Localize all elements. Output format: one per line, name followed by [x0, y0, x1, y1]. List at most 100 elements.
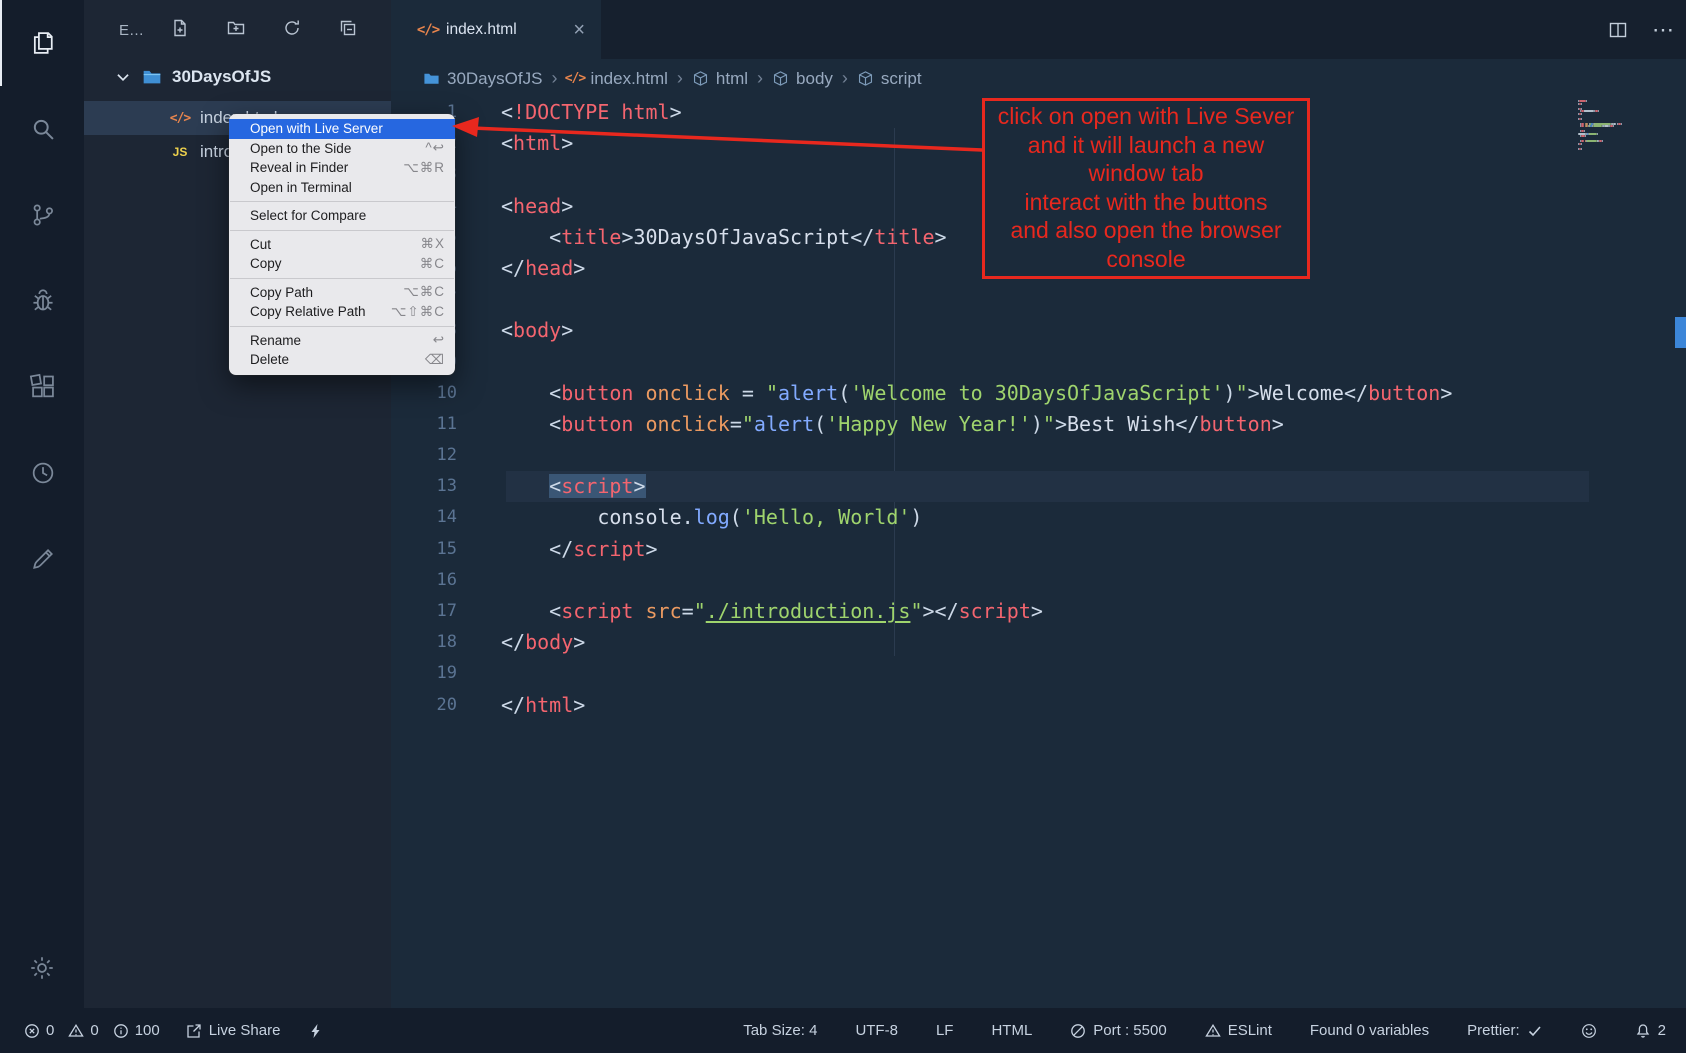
status-left: 0 0 100 Live Share [24, 1022, 324, 1039]
menu-item-open-with-live-server[interactable]: Open with Live Server [229, 119, 455, 139]
line-number: 12 [391, 440, 457, 471]
activity-item-run-and-debug[interactable] [0, 258, 84, 344]
activity-item-live-annotations[interactable] [0, 516, 84, 602]
activity-item-extensions[interactable] [0, 344, 84, 430]
code-line-12[interactable]: 12 [391, 440, 1686, 471]
eol-indicator[interactable]: LF [936, 1022, 954, 1039]
code-line-17[interactable]: 17 <script src="./introduction.js"></scr… [391, 596, 1686, 627]
prettier-label: Prettier: [1467, 1022, 1520, 1039]
minimap[interactable] [1578, 100, 1670, 160]
code-line-16[interactable]: 16 [391, 565, 1686, 596]
editor-actions: ⋯ [1608, 0, 1674, 59]
code-line-8[interactable]: 8<body> [391, 315, 1686, 346]
notifications-bell[interactable]: 2 [1635, 1022, 1666, 1039]
breadcrumb-label: 30DaysOfJS [447, 69, 542, 89]
menu-item-open-to-the-side[interactable]: Open to the Side^↩ [229, 139, 455, 159]
activity-item-explorer[interactable] [0, 0, 84, 86]
breadcrumb-30DaysOfJS[interactable]: 30DaysOfJS [423, 69, 542, 89]
menu-item-select-for-compare[interactable]: Select for Compare [229, 206, 455, 226]
code-line-7[interactable]: 7 [391, 284, 1686, 315]
menu-item-copy-path[interactable]: Copy Path⌥⌘C [229, 283, 455, 303]
menu-item-cut[interactable]: Cut⌘X [229, 235, 455, 255]
more-actions-icon[interactable]: ⋯ [1652, 19, 1674, 41]
code-line-18[interactable]: 18 </body> [391, 627, 1686, 658]
line-number: 13 [391, 471, 457, 502]
smiley-icon [1581, 1023, 1597, 1039]
menu-item-shortcut: ^↩ [425, 140, 445, 156]
port-indicator[interactable]: Port : 5500 [1070, 1022, 1166, 1039]
split-editor-icon[interactable] [1608, 20, 1628, 40]
close-tab-icon[interactable]: × [573, 20, 585, 40]
activity-item-history[interactable] [0, 430, 84, 516]
collapse-all-icon [338, 18, 358, 38]
menu-item-open-in-terminal[interactable]: Open in Terminal [229, 178, 455, 198]
line-number: 18 [391, 627, 457, 658]
code-line-13[interactable]: 13 <script> [391, 471, 1686, 502]
extensions-icon [29, 373, 57, 401]
code-text: <html> [501, 128, 573, 159]
code-text: console.log('Hello, World') [501, 502, 922, 533]
code-text: <script src="./introduction.js"></script… [501, 596, 1043, 627]
js-icon: JS [170, 142, 190, 162]
live-share-button[interactable]: Live Share [186, 1022, 281, 1039]
chevron-down-icon [114, 68, 132, 86]
settings-button[interactable] [28, 954, 56, 982]
annotation-box: click on open with Live Sever and it wil… [982, 98, 1310, 279]
breadcrumb-index.html[interactable]: </>index.html [566, 69, 667, 89]
activity-item-search[interactable] [0, 86, 84, 172]
explorer-header: E… [84, 0, 391, 60]
menu-item-copy-relative-path[interactable]: Copy Relative Path⌥⇧⌘C [229, 302, 455, 322]
breadcrumb-script[interactable]: script [857, 69, 922, 89]
code-line-15[interactable]: 15 </script> [391, 534, 1686, 565]
html-icon: </> [566, 70, 583, 87]
breadcrumb-html[interactable]: html [692, 69, 748, 89]
activity-item-source-control[interactable] [0, 172, 84, 258]
code-text: <button onclick = "alert('Welcome to 30D… [501, 378, 1452, 409]
annotation-text: click on open with Live Sever and it wil… [998, 102, 1295, 274]
new-folder-button[interactable] [226, 18, 246, 42]
folder-icon [423, 70, 440, 87]
code-line-14[interactable]: 14 console.log('Hello, World') [391, 502, 1686, 533]
code-line-10[interactable]: 10 <button onclick = "alert('Welcome to … [391, 378, 1686, 409]
error-count[interactable]: 0 [24, 1022, 54, 1039]
menu-item-reveal-in-finder[interactable]: Reveal in Finder⌥⌘R [229, 158, 455, 178]
code-line-11[interactable]: 11 <button onclick="alert('Happy New Yea… [391, 409, 1686, 440]
context-menu: Open with Live ServerOpen to the Side^↩R… [229, 114, 455, 375]
new-file-button[interactable] [170, 18, 190, 42]
refresh-icon [282, 18, 302, 38]
menu-item-label: Copy [250, 256, 282, 271]
clock-icon [29, 459, 57, 487]
menu-item-label: Delete [250, 352, 289, 367]
menu-item-delete[interactable]: Delete⌫ [229, 350, 455, 370]
menu-item-shortcut: ⌥⇧⌘C [391, 304, 445, 320]
warning-count[interactable]: 0 [68, 1022, 98, 1039]
language-indicator[interactable]: HTML [991, 1022, 1032, 1039]
menu-item-copy[interactable]: Copy⌘C [229, 254, 455, 274]
info-count[interactable]: 100 [113, 1022, 160, 1039]
go-live-button[interactable] [308, 1023, 324, 1039]
cube-icon [692, 70, 709, 87]
refresh-button[interactable] [282, 18, 302, 42]
variables-indicator[interactable]: Found 0 variables [1310, 1022, 1429, 1039]
menu-item-rename[interactable]: Rename↩ [229, 331, 455, 351]
code-text: </body> [501, 627, 585, 658]
code-line-20[interactable]: 20</html> [391, 690, 1686, 721]
scrollbar-marker[interactable] [1675, 317, 1686, 348]
tab-size-indicator[interactable]: Tab Size: 4 [743, 1022, 817, 1039]
tab-index-html[interactable]: </> index.html × [391, 0, 601, 59]
menu-item-label: Rename [250, 333, 301, 348]
encoding-indicator[interactable]: UTF-8 [855, 1022, 898, 1039]
eslint-indicator[interactable]: ESLint [1205, 1022, 1272, 1039]
menu-separator [230, 326, 454, 327]
port-label: Port : 5500 [1093, 1022, 1166, 1039]
menu-item-label: Open in Terminal [250, 180, 352, 195]
feedback-smiley[interactable] [1581, 1023, 1597, 1039]
collapse-all-button[interactable] [338, 18, 358, 42]
code-text: </script> [501, 534, 658, 565]
line-number: 15 [391, 534, 457, 565]
folder-root-row[interactable]: 30DaysOfJS [84, 60, 391, 94]
breadcrumb-body[interactable]: body [772, 69, 833, 89]
prettier-indicator[interactable]: Prettier: [1467, 1022, 1543, 1039]
code-line-9[interactable]: 9 [391, 347, 1686, 378]
code-line-19[interactable]: 19 [391, 658, 1686, 689]
